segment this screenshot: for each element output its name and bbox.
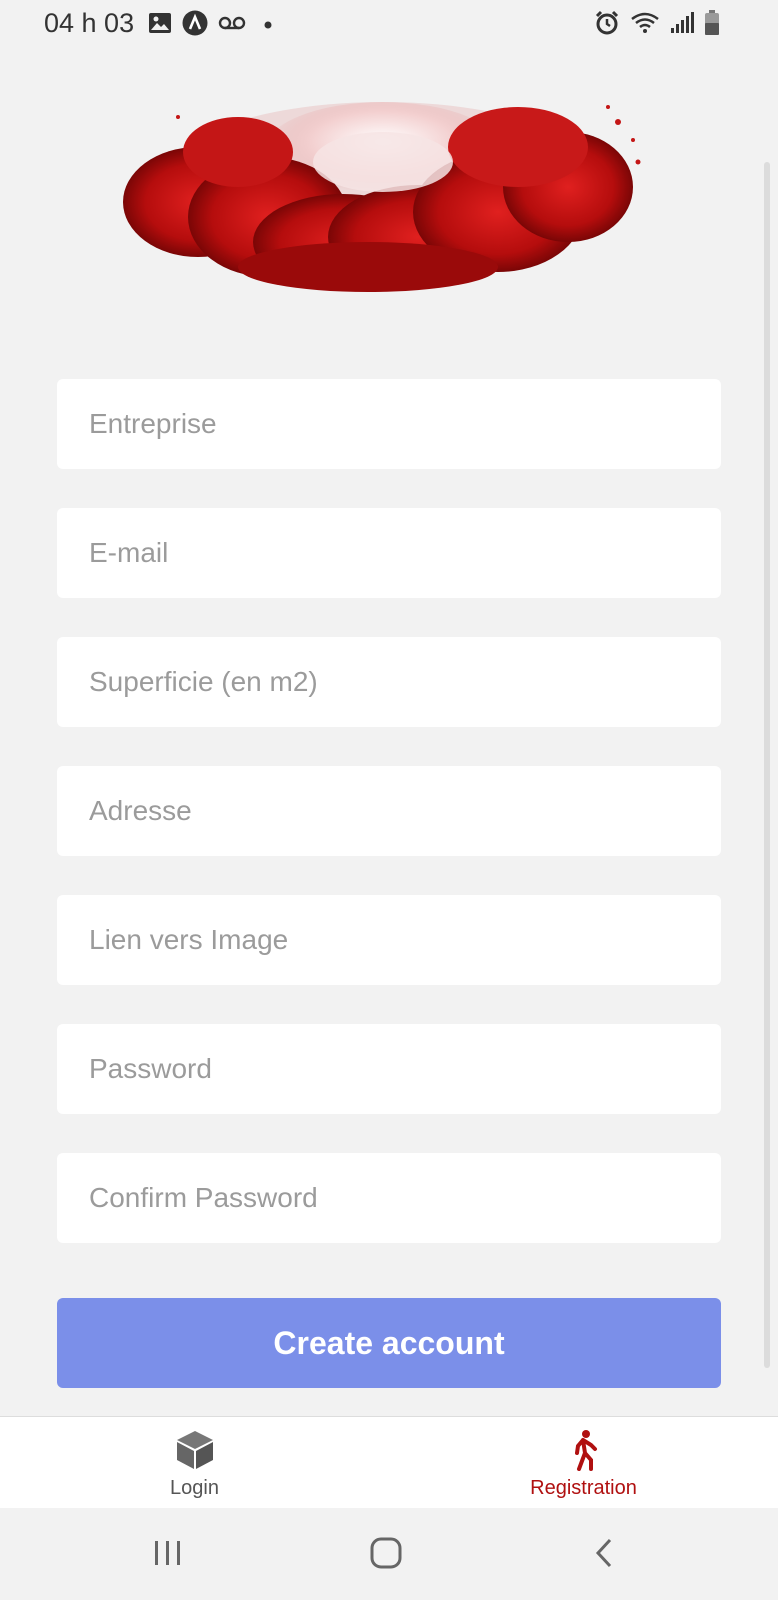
logo-red-smoke — [118, 92, 648, 308]
superficie-input[interactable] — [87, 665, 721, 699]
tab-registration-label: Registration — [530, 1477, 637, 1499]
status-time: 04 h 03 — [44, 8, 135, 38]
confirm-password-field[interactable] — [57, 1153, 721, 1243]
password-field[interactable] — [57, 1024, 721, 1114]
system-nav-bar — [0, 1508, 778, 1600]
battery-icon — [704, 9, 720, 41]
walking-person-icon — [569, 1429, 599, 1471]
password-input[interactable] — [87, 1052, 721, 1086]
home-icon — [370, 1537, 402, 1574]
tab-login-label: Login — [170, 1477, 219, 1499]
confirm-password-input[interactable] — [87, 1181, 721, 1215]
adresse-input[interactable] — [87, 794, 721, 828]
entreprise-input[interactable] — [87, 407, 721, 441]
tab-registration[interactable]: Registration — [389, 1417, 778, 1509]
back-icon — [594, 1538, 614, 1573]
status-bar: 04 h 03 — [0, 0, 778, 50]
recent-apps-icon — [153, 1540, 183, 1571]
status-left-icons — [148, 10, 272, 40]
dot-icon — [264, 16, 272, 34]
recent-apps-button[interactable] — [138, 1530, 198, 1580]
image-link-input[interactable] — [87, 923, 721, 957]
entreprise-field[interactable] — [57, 379, 721, 469]
tab-login[interactable]: Login — [0, 1417, 389, 1509]
alarm-icon — [594, 10, 620, 41]
home-button[interactable] — [356, 1530, 416, 1580]
back-button[interactable] — [574, 1530, 634, 1580]
wifi-icon — [630, 11, 660, 40]
image-link-field[interactable] — [57, 895, 721, 985]
bottom-tab-bar: Login Registration — [0, 1416, 778, 1509]
email-field[interactable] — [57, 508, 721, 598]
image-icon — [148, 12, 172, 39]
signal-icon — [670, 11, 694, 39]
cube-icon — [175, 1429, 215, 1471]
status-right-icons — [594, 9, 720, 41]
app-a-icon — [182, 10, 208, 41]
create-account-button[interactable]: Create account — [57, 1298, 721, 1388]
email-input[interactable] — [87, 536, 721, 570]
voicemail-icon — [218, 16, 246, 35]
scrollbar[interactable] — [764, 162, 770, 1368]
superficie-field[interactable] — [57, 637, 721, 727]
adresse-field[interactable] — [57, 766, 721, 856]
